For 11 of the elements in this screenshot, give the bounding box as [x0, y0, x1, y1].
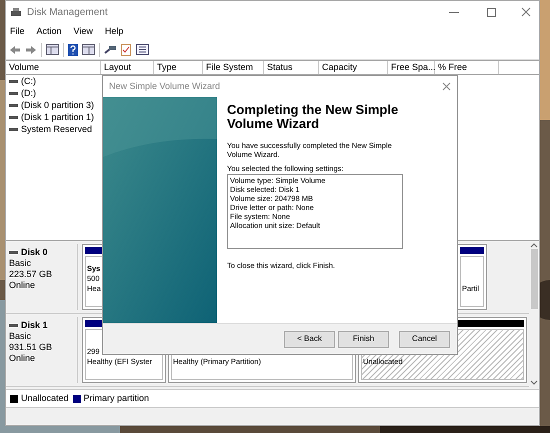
dialog-title: New Simple Volume Wizard	[109, 80, 220, 93]
disk-status: Online	[9, 280, 36, 291]
legend-label: Unallocated	[21, 392, 69, 405]
disk-size: 931.51 GB	[9, 342, 54, 353]
disk-type: Basic	[9, 331, 32, 342]
legend-label: Primary partition	[84, 392, 150, 405]
wizard-heading: Completing the New Simple Volume Wizard	[227, 103, 400, 132]
disk-size: 223.57 GB	[9, 269, 54, 280]
disk-type: Basic	[9, 258, 32, 269]
window-title: Disk Management	[27, 6, 108, 20]
disk-status: Online	[9, 353, 36, 364]
